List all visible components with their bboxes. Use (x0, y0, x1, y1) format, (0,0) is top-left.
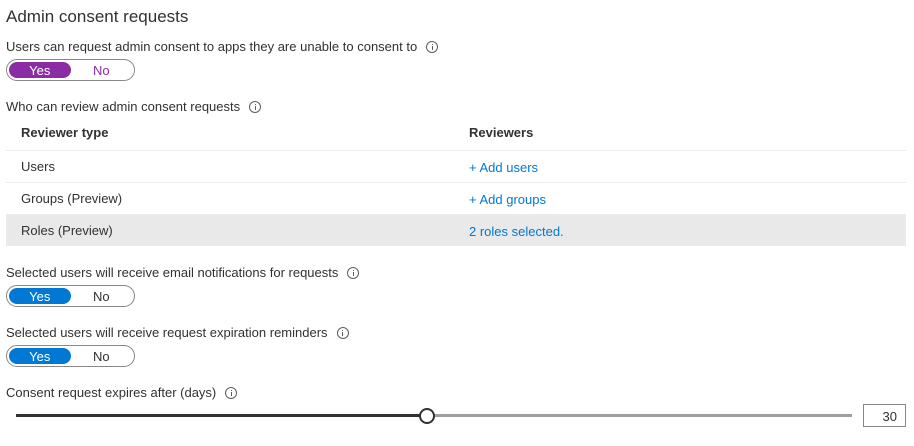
consent-request-setting: Users can request admin consent to apps … (6, 39, 439, 54)
expiry-setting: Consent request expires after (days) (6, 385, 238, 400)
expiration-reminders-toggle[interactable]: Yes No (6, 345, 135, 367)
email-notifications-label: Selected users will receive email notifi… (6, 265, 339, 280)
consent-request-toggle[interactable]: Yes No (6, 59, 135, 81)
reviewer-type-roles: Roles (Preview) (21, 223, 113, 238)
no-option[interactable]: No (71, 348, 133, 364)
expiry-label: Consent request expires after (days) (6, 385, 217, 400)
reviewers-setting: Who can review admin consent requests (6, 99, 262, 114)
email-notifications-toggle[interactable]: Yes No (6, 285, 135, 307)
info-icon[interactable] (225, 386, 238, 399)
column-header-reviewers: Reviewers (469, 125, 534, 140)
no-option[interactable]: No (71, 288, 133, 304)
column-header-reviewer-type: Reviewer type (21, 125, 109, 140)
divider (6, 150, 906, 151)
expiration-reminders-setting: Selected users will receive request expi… (6, 325, 349, 340)
table-row-roles[interactable] (6, 215, 906, 246)
section-title: Admin consent requests (6, 7, 189, 26)
expiry-days-input[interactable]: 30 (863, 404, 906, 427)
info-icon[interactable] (347, 266, 360, 279)
yes-option[interactable]: Yes (9, 288, 71, 304)
add-groups-link[interactable]: + Add groups (469, 192, 546, 207)
yes-option[interactable]: Yes (9, 62, 71, 78)
no-option[interactable]: No (71, 62, 133, 78)
slider-filled-track[interactable] (16, 414, 427, 417)
reviewer-type-users: Users (21, 159, 55, 174)
info-icon[interactable] (249, 100, 262, 113)
info-icon[interactable] (426, 40, 439, 53)
email-notifications-setting: Selected users will receive email notifi… (6, 265, 360, 280)
reviewers-label: Who can review admin consent requests (6, 99, 241, 114)
add-users-link[interactable]: + Add users (469, 160, 538, 175)
roles-selected-link[interactable]: 2 roles selected. (469, 224, 564, 239)
consent-request-label: Users can request admin consent to apps … (6, 39, 418, 54)
slider-thumb[interactable] (419, 408, 435, 424)
slider-track[interactable] (427, 414, 852, 417)
yes-option[interactable]: Yes (9, 348, 71, 364)
divider (6, 182, 906, 183)
info-icon[interactable] (336, 326, 349, 339)
reviewer-type-groups: Groups (Preview) (21, 191, 123, 206)
expiration-reminders-label: Selected users will receive request expi… (6, 325, 328, 340)
